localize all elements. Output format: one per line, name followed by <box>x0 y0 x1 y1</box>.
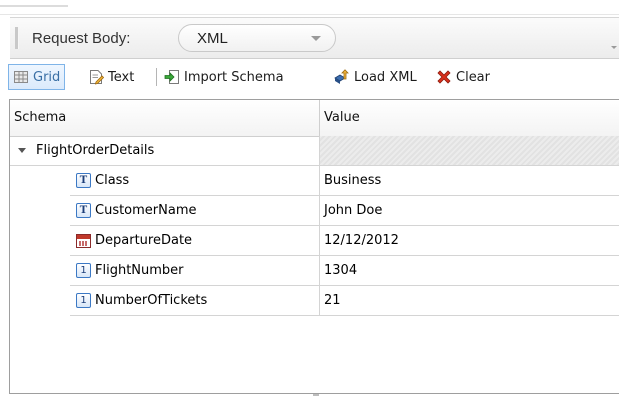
table-row[interactable]: DepartureDate 12/12/2012 <box>10 226 619 256</box>
cell-divider <box>319 196 320 226</box>
top-strip <box>0 0 619 15</box>
toolbar-separator <box>156 68 157 86</box>
node-name: FlightOrderDetails <box>36 143 155 158</box>
load-xml-button[interactable]: Load XML <box>330 64 421 90</box>
schema-column-header[interactable]: Schema <box>14 110 66 125</box>
toolbar-grip[interactable] <box>15 27 19 49</box>
text-view-button[interactable]: Text <box>84 64 138 90</box>
resize-grip[interactable] <box>313 394 319 396</box>
collapse-arrow-icon[interactable] <box>18 148 26 153</box>
field-name: NumberOfTickets <box>95 293 208 308</box>
request-body-bar: Request Body: XML <box>10 17 619 59</box>
chevron-down-icon <box>311 36 321 41</box>
row-divider <box>70 315 619 316</box>
request-body-label: Request Body: <box>32 30 131 47</box>
tree-node: FlightOrderDetails <box>18 143 154 158</box>
number-type-icon: 1 <box>76 293 91 308</box>
tab-underline <box>0 0 68 7</box>
field-name: FlightNumber <box>95 263 184 278</box>
clear-label: Clear <box>456 69 490 85</box>
load-xml-label: Load XML <box>354 69 417 85</box>
text-type-icon: T <box>76 203 91 218</box>
value-column-header[interactable]: Value <box>324 110 360 125</box>
cell-divider <box>319 286 320 316</box>
table-row[interactable]: FlightOrderDetails <box>10 136 619 166</box>
field-name-cell: 1 FlightNumber <box>76 263 184 278</box>
cell-divider <box>319 256 320 286</box>
calendar-icon <box>76 233 91 248</box>
clear-button[interactable]: Clear <box>432 64 494 90</box>
field-value[interactable]: 1304 <box>324 263 357 278</box>
request-body-type-value: XML <box>197 30 228 47</box>
text-view-label: Text <box>108 69 135 85</box>
root-value-cell <box>320 136 619 165</box>
table-row[interactable]: 1 FlightNumber 1304 <box>10 256 619 286</box>
field-name-cell: T CustomerName <box>76 203 197 218</box>
red-x-icon <box>436 69 452 85</box>
overflow-chevron-icon[interactable] <box>611 46 617 49</box>
table-row[interactable]: 1 NumberOfTickets 21 <box>10 286 619 316</box>
field-value[interactable]: 21 <box>324 293 341 308</box>
schema-grid: Schema Value FlightOrderDetails T Class … <box>9 99 619 394</box>
import-schema-label: Import Schema <box>184 69 284 85</box>
grid-icon <box>13 69 29 85</box>
field-name: DepartureDate <box>95 233 193 248</box>
field-name-cell: DepartureDate <box>76 233 192 248</box>
field-name: CustomerName <box>95 203 197 218</box>
field-name-cell: T Class <box>76 173 129 188</box>
import-schema-button[interactable]: Import Schema <box>160 64 288 90</box>
table-row[interactable]: T Class Business <box>10 166 619 196</box>
cell-divider <box>319 226 320 256</box>
load-xml-icon <box>334 69 350 85</box>
text-edit-icon <box>88 69 105 85</box>
field-value[interactable]: John Doe <box>324 203 382 218</box>
number-type-icon: 1 <box>76 263 91 278</box>
request-body-type-select[interactable]: XML <box>178 24 336 52</box>
text-type-icon: T <box>76 173 91 188</box>
grid-view-button[interactable]: Grid <box>8 64 66 90</box>
field-name-cell: 1 NumberOfTickets <box>76 293 207 308</box>
grid-header: Schema Value <box>10 100 619 137</box>
grid-view-label: Grid <box>33 69 61 85</box>
table-row[interactable]: T CustomerName John Doe <box>10 196 619 226</box>
cell-divider <box>319 136 320 166</box>
body-toolbar: Grid Text Import Schema Load XML Clear <box>8 62 619 92</box>
import-arrow-icon <box>164 69 180 85</box>
field-name: Class <box>95 173 130 188</box>
cell-divider <box>319 166 320 196</box>
field-value[interactable]: 12/12/2012 <box>324 233 399 248</box>
field-value[interactable]: Business <box>324 173 381 188</box>
column-divider[interactable] <box>319 100 320 136</box>
